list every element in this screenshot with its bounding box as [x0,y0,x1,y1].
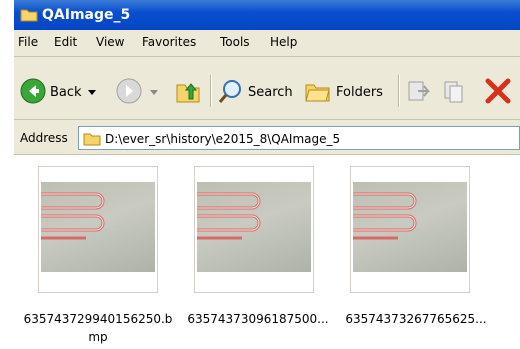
up-folder-icon [174,77,202,108]
menu-edit[interactable]: Edit [54,35,77,49]
menu-bar: File Edit View Favorites Tools Help [14,30,520,57]
folders-label: Folders [336,84,383,100]
search-button[interactable]: Search [218,77,293,107]
forward-button[interactable] [116,77,158,107]
file-name[interactable]: 635743729940156250.b mp [18,310,178,346]
back-label: Back [50,84,82,100]
toolbar-separator [210,75,212,107]
toolbar: Back Search Folders [14,57,520,120]
address-input[interactable]: D:\ever_sr\history\e2015_8\QAImage_5 [78,126,520,150]
forward-arrow-icon [116,78,142,107]
window-title: QAImage_5 [42,7,131,23]
delete-x-icon [484,77,512,108]
toolbar-separator [398,75,400,107]
delete-button[interactable] [484,77,512,107]
file-name-line: 63574373267765625... [345,312,487,326]
menu-favorites[interactable]: Favorites [142,35,196,49]
address-label: Address [20,131,68,145]
dropdown-arrow-icon[interactable] [150,85,158,99]
thumbnail-image [353,182,467,272]
back-button[interactable]: Back [20,77,96,107]
copy-to-icon [442,78,468,107]
move-to-button[interactable] [406,77,432,107]
menu-tools[interactable]: Tools [220,35,250,49]
dropdown-arrow-icon[interactable] [87,85,96,99]
menu-view[interactable]: View [96,35,124,49]
file-view: 635743729940156250.b mp 6357437309618750… [14,155,520,349]
file-thumbnail[interactable] [350,166,470,293]
file-name[interactable]: 63574373267765625... [336,310,496,328]
move-to-icon [406,78,432,107]
folders-icon [304,78,332,107]
explorer-window: QAImage_5 File Edit View Favorites Tools… [14,0,520,349]
file-name-line: mp [88,330,108,344]
search-icon [218,78,244,107]
folders-button[interactable]: Folders [304,77,383,107]
thumbnail-image [197,182,311,272]
file-name[interactable]: 63574373096187500... [178,310,338,328]
file-name-line: 63574373096187500... [187,312,329,326]
folder-icon [20,7,38,26]
menu-help[interactable]: Help [270,35,297,49]
address-bar: Address D:\ever_sr\history\e2015_8\QAIma… [14,120,520,155]
file-thumbnail[interactable] [38,166,158,293]
file-thumbnail[interactable] [194,166,314,293]
file-name-line: 635743729940156250.b [23,312,173,326]
copy-to-button[interactable] [442,77,468,107]
search-label: Search [248,84,293,100]
title-bar[interactable]: QAImage_5 [14,0,520,30]
menu-file[interactable]: File [18,35,38,49]
up-folder-button[interactable] [174,77,202,107]
address-path: D:\ever_sr\history\e2015_8\QAImage_5 [105,132,341,146]
thumbnail-image [41,182,155,272]
folder-icon [83,131,101,149]
back-arrow-icon [20,78,46,107]
